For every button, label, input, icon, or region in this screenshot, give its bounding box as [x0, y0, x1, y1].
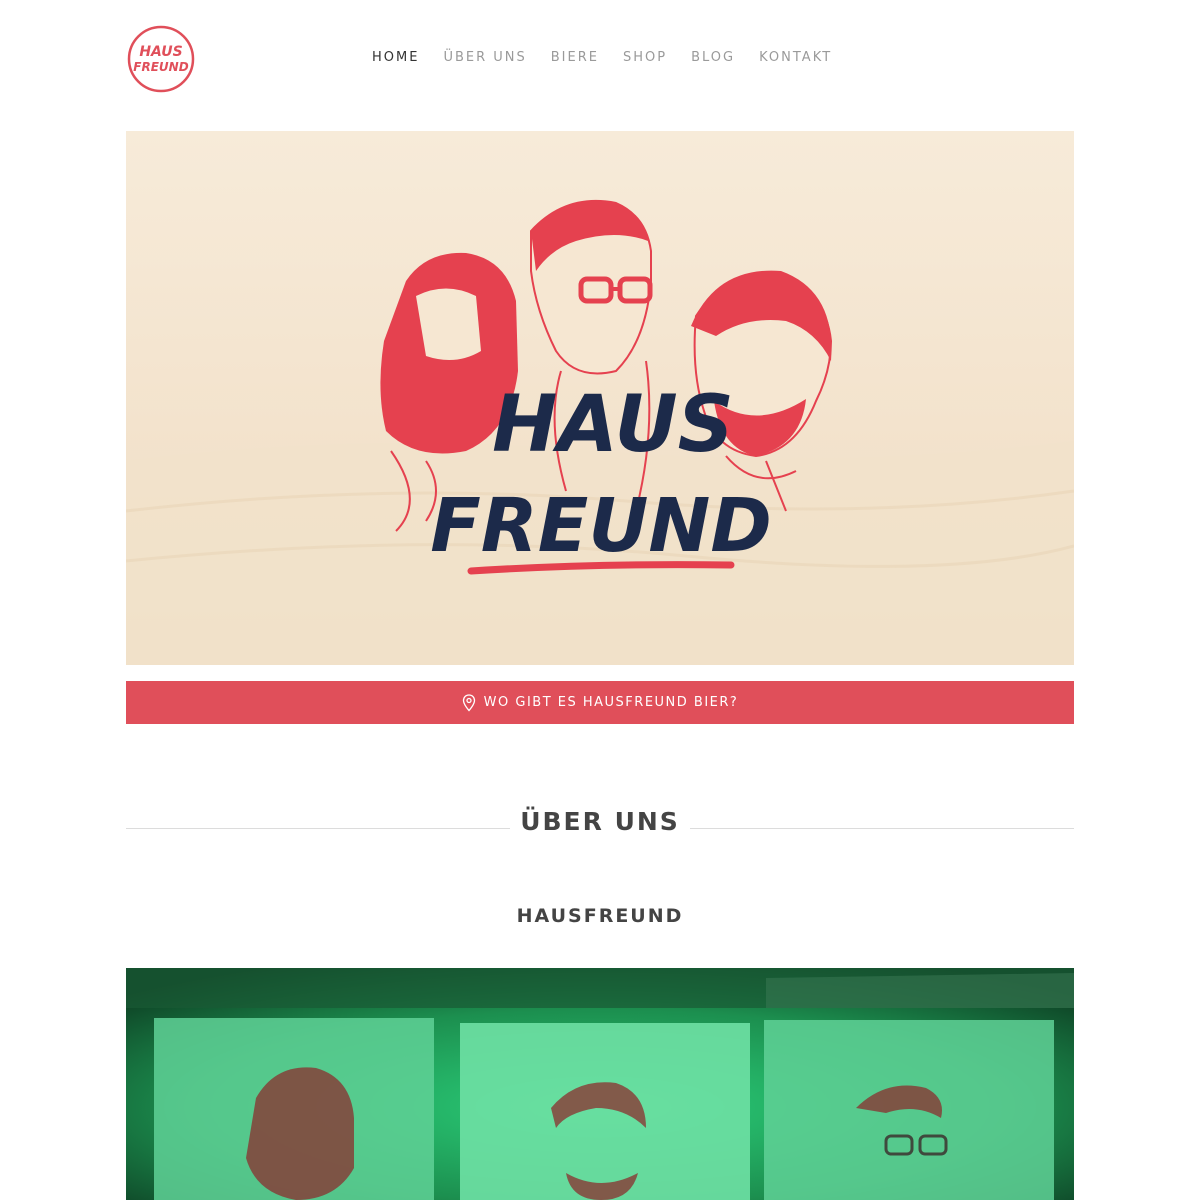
svg-text:FREUND: FREUND	[133, 60, 188, 74]
nav-shop[interactable]: SHOP	[623, 50, 667, 65]
main-nav: HOME ÜBER UNS BIERE SHOP BLOG KONTAKT	[372, 50, 856, 65]
nav-biere[interactable]: BIERE	[551, 50, 599, 65]
nav-ueber-uns[interactable]: ÜBER UNS	[443, 50, 526, 65]
hero-wordmark-line1: HAUS	[492, 380, 734, 470]
find-beer-label: WO GIBT ES HAUSFREUND BIER?	[483, 695, 739, 710]
about-subheading: HAUSFREUND	[516, 905, 684, 927]
nav-blog[interactable]: BLOG	[691, 50, 735, 65]
team-posters-photo	[126, 968, 1074, 1200]
hero-wordmark-line2: FREUND	[430, 483, 772, 569]
hausfreund-logo[interactable]: HAUS FREUND	[126, 24, 196, 94]
about-section-title: ÜBER UNS	[126, 805, 1074, 845]
nav-kontakt[interactable]: KONTAKT	[759, 50, 832, 65]
nav-home[interactable]: HOME	[372, 50, 419, 65]
find-beer-button[interactable]: WO GIBT ES HAUSFREUND BIER?	[126, 681, 1074, 724]
hero-illustration: HAUS FREUND	[126, 199, 1074, 665]
divider-right	[690, 828, 1074, 829]
svg-text:HAUS: HAUS	[139, 44, 182, 60]
hero-banner: HAUS FREUND	[126, 131, 1074, 665]
map-pin-icon	[462, 693, 475, 711]
section-heading: ÜBER UNS	[520, 807, 680, 836]
site-header: HAUS FREUND HOME ÜBER UNS BIERE SHOP BLO…	[0, 0, 1200, 118]
